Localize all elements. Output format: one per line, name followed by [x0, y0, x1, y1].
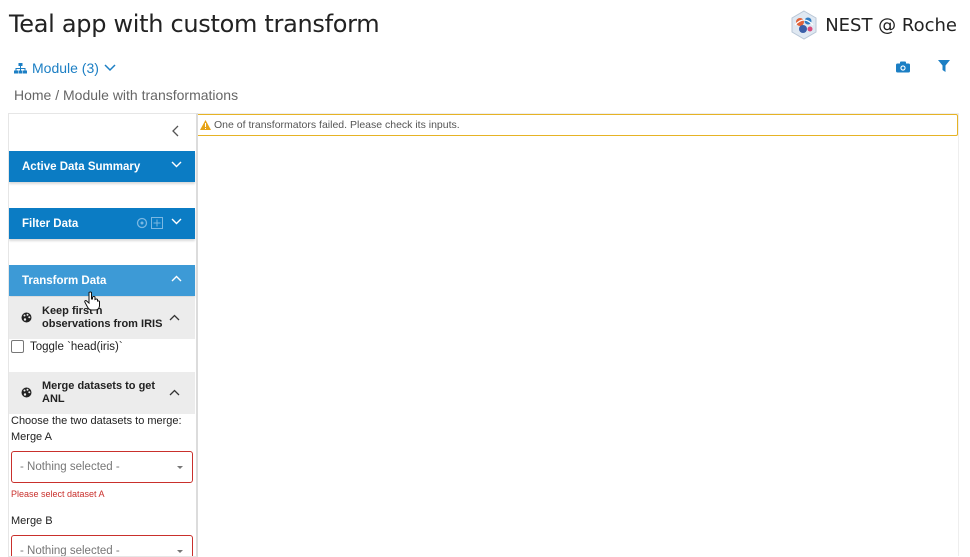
transform-merge-datasets[interactable]: Merge datasets to get ANL [9, 372, 195, 414]
nest-logo-icon [791, 10, 817, 40]
chevron-left-icon[interactable] [169, 124, 183, 138]
sidebar: Active Data Summary Filter Data Transfor… [8, 113, 198, 557]
sitemap-icon [14, 62, 27, 73]
brand: NEST @ Roche [789, 10, 957, 40]
warning-banner: One of transformators failed. Please che… [195, 114, 958, 136]
transform-keep-first-n[interactable]: Keep first n observations from IRIS [9, 297, 195, 339]
merge-b-select[interactable]: - Nothing selected - [11, 535, 193, 557]
app-title: Teal app with custom transform [9, 10, 380, 38]
toggle-label: Toggle `head(iris)` [30, 340, 123, 353]
accordion-label: Active Data Summary [22, 160, 141, 173]
chevron-up-icon [169, 314, 180, 321]
filter-icon[interactable] [938, 60, 950, 73]
module-label: Module (3) [32, 60, 99, 76]
accordion-active-data-summary[interactable]: Active Data Summary [9, 151, 195, 182]
gear-icon[interactable] [136, 217, 148, 229]
camera-icon[interactable] [896, 61, 910, 73]
accordion-label: Transform Data [22, 274, 107, 287]
main-content [195, 113, 959, 556]
filter-controls [136, 217, 163, 229]
warning-text: One of transformators failed. Please che… [214, 119, 460, 131]
accordion-transform-data[interactable]: Transform Data [9, 265, 195, 296]
palette-icon [21, 387, 32, 398]
merge-a-select[interactable]: - Nothing selected - [11, 451, 193, 483]
toggle-head-iris[interactable]: Toggle `head(iris)` [11, 340, 123, 353]
merge-a-error: Please select dataset A [11, 489, 105, 499]
chevron-down-icon [171, 218, 182, 225]
accordion-filter-data[interactable]: Filter Data [9, 208, 195, 239]
palette-icon [21, 312, 32, 323]
module-dropdown[interactable]: Module (3) [14, 60, 116, 76]
toggle-checkbox[interactable] [11, 340, 24, 353]
brand-name: NEST @ Roche [825, 14, 957, 36]
accordion-label: Filter Data [22, 217, 79, 230]
merge-a-value: - Nothing selected - [20, 461, 120, 473]
breadcrumb: Home / Module with transformations [14, 87, 239, 103]
caret-down-icon [177, 550, 183, 553]
add-filter-icon[interactable] [151, 217, 163, 229]
hand-cursor-icon [84, 291, 100, 311]
chevron-up-icon [169, 389, 180, 396]
warning-icon [200, 120, 211, 130]
chevron-up-icon [171, 275, 182, 282]
chevron-down-icon [104, 64, 116, 72]
merge-prompt: Choose the two datasets to merge: [11, 415, 182, 427]
toolbar [896, 60, 950, 73]
caret-down-icon [177, 466, 183, 469]
merge-b-value: - Nothing selected - [20, 545, 120, 557]
merge-a-label: Merge A [11, 431, 52, 443]
merge-b-label: Merge B [11, 515, 53, 527]
chevron-down-icon [171, 161, 182, 168]
